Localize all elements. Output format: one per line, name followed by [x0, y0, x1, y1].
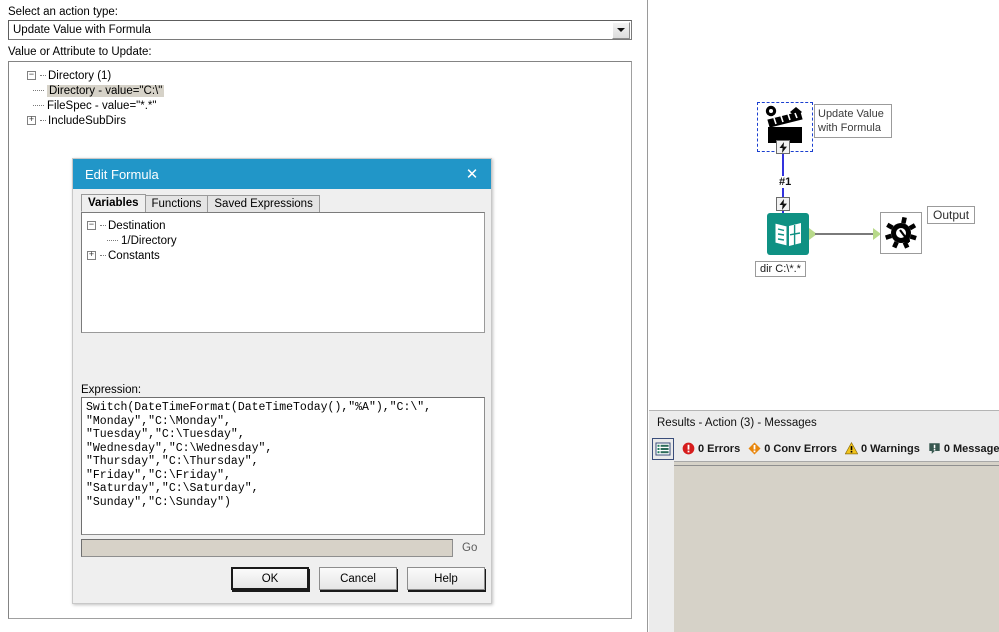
bolt-glyph — [779, 141, 787, 153]
edit-formula-dialog: Edit Formula ✕ Variables Functions Saved… — [72, 158, 492, 604]
link-line — [815, 233, 877, 235]
action-type-selected-value: Update Value with Formula — [13, 24, 151, 36]
workflow-canvas[interactable]: Update Value with Formula #1 dir C:\*.* … — [649, 0, 999, 410]
output-node[interactable] — [880, 212, 922, 254]
message-icon — [929, 443, 940, 454]
close-icon[interactable]: ✕ — [455, 160, 489, 188]
action-config-panel: Select an action type: Update Value with… — [0, 0, 648, 632]
results-header: Results - Action (3) - Messages — [649, 411, 999, 435]
grid-glyph — [655, 442, 671, 455]
app-window: Select an action type: Update Value with… — [0, 0, 999, 632]
status-errors[interactable]: 0 Errors — [682, 442, 740, 455]
status-errors-label: 0 Errors — [698, 442, 741, 455]
tab-saved-expressions[interactable]: Saved Expressions — [207, 195, 320, 212]
status-messages-label: 0 Messages — [943, 442, 999, 455]
bolt-icon[interactable] — [776, 197, 790, 211]
warning-icon — [844, 442, 858, 455]
dialog-tabs[interactable]: Variables Functions Saved Expressions — [81, 194, 485, 212]
tree-node-label: Destination — [108, 219, 166, 232]
output-node-label: Output — [927, 206, 976, 224]
dialog-title: Edit Formula — [85, 166, 159, 182]
source-node-label: dir C:\*.* — [755, 261, 806, 277]
bolt-icon[interactable] — [776, 140, 790, 154]
tree-row[interactable]: − Directory (1) — [13, 68, 631, 83]
dialog-button-row: OK Cancel Help — [81, 567, 485, 590]
tab-functions[interactable]: Functions — [144, 195, 209, 212]
expression-textarea[interactable]: Switch(DateTimeFormat(DateTimeToday(),"%… — [81, 397, 485, 535]
tree-expand-icon[interactable]: + — [27, 116, 36, 125]
dialog-titlebar[interactable]: Edit Formula ✕ — [73, 159, 491, 189]
tree-node-label: FileSpec - value="*.*" — [47, 99, 157, 112]
status-warnings-label: 0 Warnings — [860, 442, 920, 455]
book-icon — [774, 222, 801, 247]
results-message-list[interactable] — [674, 461, 999, 632]
ok-button[interactable]: OK — [231, 567, 309, 590]
status-conv-errors[interactable]: 0 Conv Errors — [748, 442, 837, 455]
tree-row[interactable]: Directory - value="C:\" — [13, 83, 631, 98]
tree-row[interactable]: FileSpec - value="*.*" — [13, 98, 631, 113]
bolt-glyph — [779, 198, 787, 210]
cancel-button[interactable]: Cancel — [319, 567, 397, 590]
go-row: Go — [81, 538, 485, 558]
conv-error-icon — [748, 442, 761, 455]
go-button[interactable]: Go — [462, 542, 477, 554]
value-attribute-label: Value or Attribute to Update: — [8, 46, 152, 58]
gear-icon — [885, 217, 917, 249]
tree-node-label: 1/Directory — [121, 234, 177, 247]
tree-node-label: IncludeSubDirs — [48, 114, 126, 127]
tree-collapse-icon[interactable]: − — [27, 71, 36, 80]
source-node[interactable] — [767, 213, 809, 255]
tree-node-label: Directory - value="C:\" — [47, 84, 165, 97]
tree-collapse-icon[interactable]: − — [87, 221, 96, 230]
tree-row[interactable]: − Destination — [87, 218, 484, 233]
results-toolbar[interactable]: 0 Errors 0 Conv Errors 0 Warnings 0 Mess… — [649, 436, 999, 461]
action-node-label: Update Value with Formula — [814, 104, 892, 138]
tree-expand-icon[interactable]: + — [87, 251, 96, 260]
chevron-down-icon[interactable] — [612, 21, 630, 39]
tree-node-label: Directory (1) — [48, 69, 112, 82]
expression-label: Expression: — [81, 384, 142, 396]
grid-view-icon[interactable] — [652, 437, 674, 460]
help-button[interactable]: Help — [407, 567, 485, 590]
status-warnings[interactable]: 0 Warnings — [844, 442, 920, 455]
tree-node-label: Constants — [108, 249, 160, 262]
action-type-label: Select an action type: — [8, 6, 118, 18]
variables-tree[interactable]: − Destination 1/Directory + Constants — [81, 212, 485, 333]
error-icon — [682, 442, 695, 455]
results-message-list-inner — [674, 465, 999, 632]
tree-row[interactable]: + Constants — [87, 248, 484, 263]
go-input[interactable] — [81, 539, 453, 557]
results-gutter — [649, 461, 674, 632]
action-type-combobox[interactable]: Update Value with Formula — [8, 20, 632, 40]
connector-label: #1 — [778, 176, 793, 188]
status-conv-errors-label: 0 Conv Errors — [764, 442, 837, 455]
tree-row[interactable]: 1/Directory — [87, 233, 484, 248]
tree-row[interactable]: + IncludeSubDirs — [13, 113, 631, 128]
tab-variables[interactable]: Variables — [81, 194, 146, 212]
status-messages[interactable]: 0 Messages — [928, 442, 999, 455]
results-panel: Results - Action (3) - Messages 0 Errors… — [649, 410, 999, 632]
